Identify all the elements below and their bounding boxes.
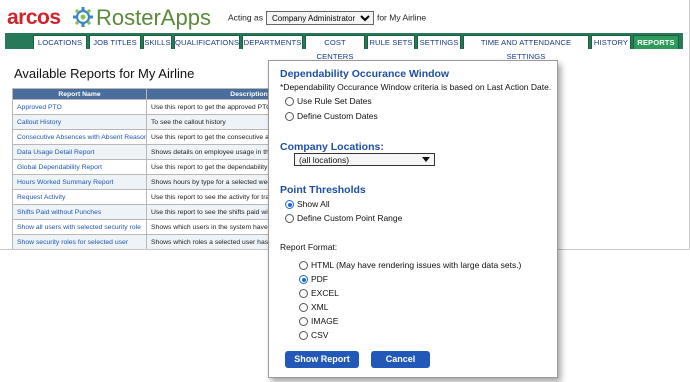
gear-logo-icon (73, 7, 93, 27)
report-link[interactable]: Show security roles for selected user (12, 234, 147, 249)
tab-job-titles[interactable]: JOB TITLES (89, 35, 141, 49)
acting-as-bar: Acting as Company Administrator for My Air… (228, 11, 426, 25)
tab-locations[interactable]: LOCATIONS (33, 35, 87, 49)
report-link[interactable]: Global Dependability Report (12, 159, 147, 175)
arcos-logo: arcos (7, 6, 61, 29)
report-link[interactable]: Show all users with selected security ro… (12, 219, 147, 235)
company-locations-title: Company Locations: (280, 141, 384, 153)
format-option-label: IMAGE (311, 316, 339, 326)
page-title: Available Reports for My Airline (14, 66, 195, 81)
occurance-window-note: *Dependability Occurance Window criteria… (280, 82, 552, 92)
tab-history[interactable]: HISTORY (591, 35, 631, 49)
format-option-radio[interactable] (299, 289, 308, 298)
window-option-radio[interactable] (285, 97, 294, 106)
format-option-label: XML (311, 302, 329, 312)
points-option-radio[interactable] (285, 214, 294, 223)
acting-as-label: Acting as (228, 12, 263, 23)
tab-time-attendance-settings[interactable]: TIME AND ATTENDANCE SETTINGS (463, 35, 589, 61)
locations-select[interactable]: (all locations) (294, 153, 435, 166)
report-link[interactable]: Data Usage Detail Report (12, 144, 147, 160)
acting-for-label: for My Airline (376, 12, 427, 23)
report-link[interactable]: Shifts Paid without Punches (12, 204, 147, 220)
report-link[interactable]: Request Activity (12, 189, 147, 205)
format-option-radio[interactable] (299, 261, 308, 270)
tab-rule-sets[interactable]: RULE SETS (367, 35, 415, 49)
format-option-radio[interactable] (299, 317, 308, 326)
format-option-radio[interactable] (299, 331, 308, 340)
acting-role-select[interactable]: Company Administrator (265, 11, 374, 25)
tab-qualifications[interactable]: QUALIFICATIONS (174, 35, 240, 49)
points-option-label: Show All (297, 199, 330, 209)
tab-reports[interactable]: REPORTS (633, 35, 679, 49)
tab-settings[interactable]: SETTINGS (417, 35, 461, 49)
locations-select-value: (all locations) (299, 155, 350, 165)
points-option-label: Define Custom Point Range (297, 213, 403, 223)
main-nav: LOCATIONS JOB TITLES SKILLS QUALIFICATIO… (5, 33, 683, 61)
format-option-radio[interactable] (299, 303, 308, 312)
chevron-down-icon (422, 157, 430, 162)
report-link[interactable]: Approved PTO (12, 99, 147, 115)
format-option-label: HTML (May have rendering issues with lar… (311, 260, 522, 270)
window-option-label: Use Rule Set Dates (297, 96, 372, 106)
cancel-button[interactable]: Cancel (371, 351, 430, 368)
point-thresholds-title: Point Thresholds (280, 184, 366, 196)
format-option-radio[interactable] (299, 275, 308, 284)
report-link[interactable]: Consecutive Absences with Absent Reasons (12, 129, 147, 145)
tab-departments[interactable]: DEPARTMENTS (242, 35, 303, 49)
rosterapps-logo: RosterApps (96, 5, 211, 30)
occurance-window-title: Dependability Occurance Window (280, 68, 450, 80)
report-link[interactable]: Hours Worked Summary Report (12, 174, 147, 190)
window-option-label: Define Custom Dates (297, 111, 378, 121)
points-option-radio[interactable] (285, 200, 294, 209)
app-header: arcos RosterApps Acting as Company Admini… (0, 0, 689, 34)
format-option-label: EXCEL (311, 288, 339, 298)
format-option-label: PDF (311, 274, 328, 284)
tab-cost-centers[interactable]: COST CENTERS (305, 35, 365, 61)
report-format-label: Report Format: (280, 242, 338, 252)
report-link[interactable]: Callout History (12, 114, 147, 130)
show-report-button[interactable]: Show Report (285, 351, 359, 368)
column-header-report-name: Report Name (12, 88, 147, 100)
report-options-dialog: Dependability Occurance Window *Dependab… (268, 60, 558, 378)
tab-skills[interactable]: SKILLS (143, 35, 172, 49)
format-option-label: CSV (311, 330, 329, 340)
window-option-radio[interactable] (285, 112, 294, 121)
